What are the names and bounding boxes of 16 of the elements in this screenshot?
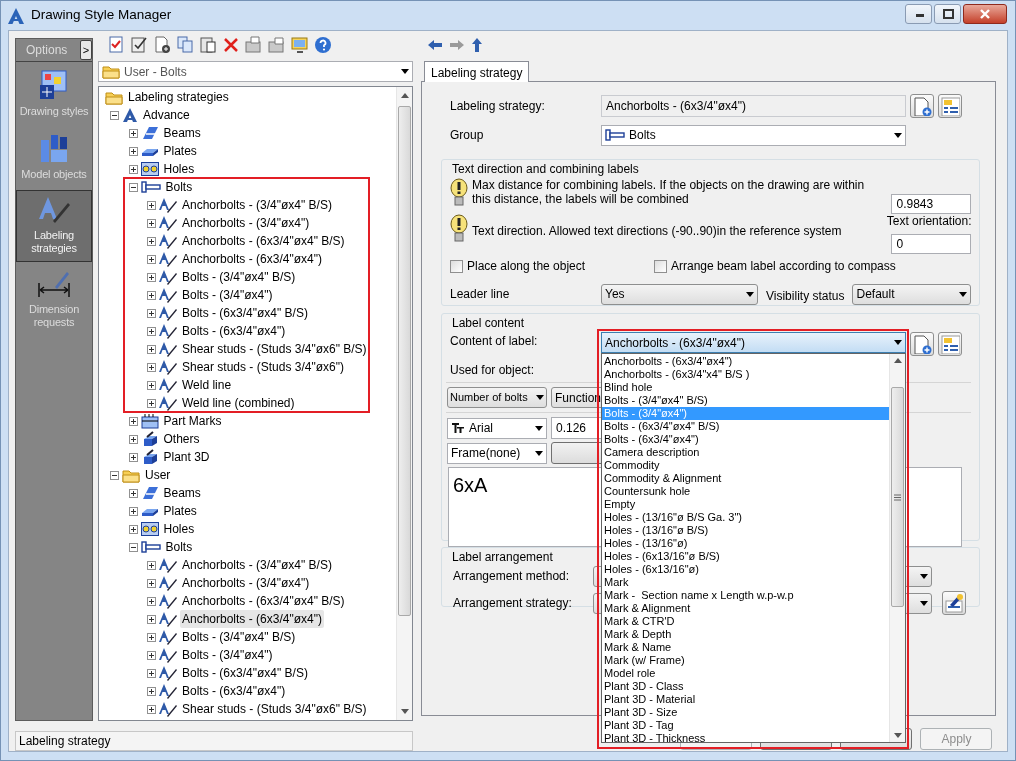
hint-text: Text direction. Allowed text directions (-90..90)in the reference system bbox=[472, 224, 843, 238]
field-label: Arrangement strategy: bbox=[453, 595, 573, 612]
field-label: Visibility status bbox=[766, 288, 845, 305]
status-bar: Labeling strategy bbox=[15, 731, 413, 751]
field-label: Group bbox=[450, 127, 485, 144]
field-label: Leader line bbox=[450, 286, 511, 303]
field-label: Text orientation: bbox=[886, 213, 972, 230]
field-label: Used for object: bbox=[450, 362, 535, 379]
field-label: Content of label: bbox=[450, 333, 539, 350]
field-label: Arrangement method: bbox=[453, 568, 571, 585]
window-title: Drawing Style Manager bbox=[31, 6, 173, 25]
checkbox-label: Arrange beam label according to compass bbox=[671, 258, 896, 275]
checkbox-label: Place along the object bbox=[467, 258, 586, 275]
field-label: Labeling strategy: bbox=[450, 98, 546, 115]
sidebar-header: Options bbox=[26, 42, 68, 59]
hint-text: Max distance for combining labels. If the objects on the drawing are within this distance, the labels will be combined bbox=[472, 178, 866, 206]
